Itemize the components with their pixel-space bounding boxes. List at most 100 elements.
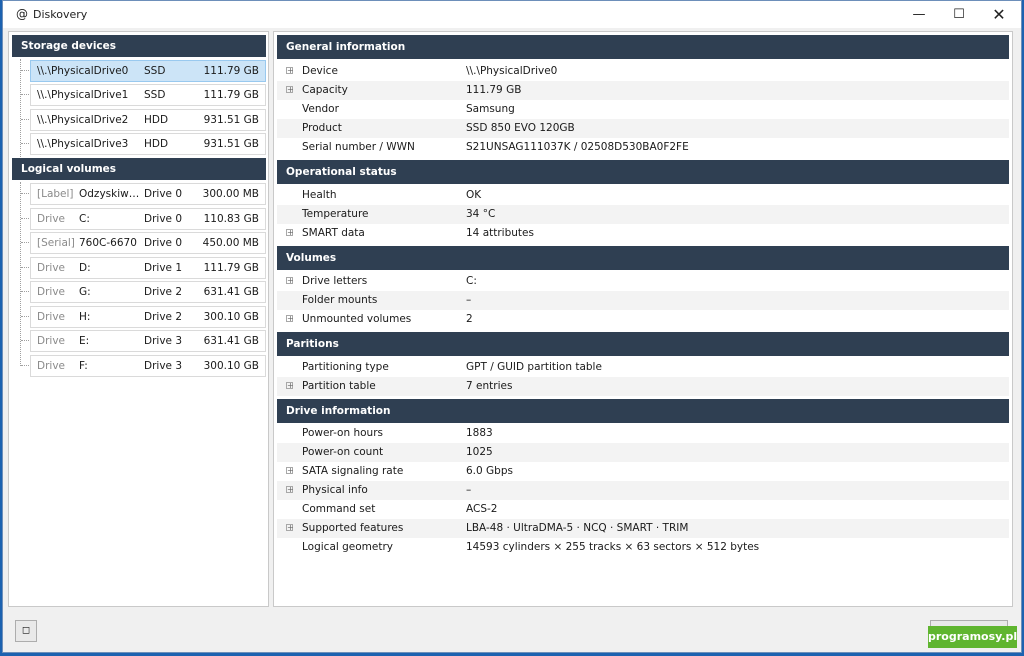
expand-icon[interactable]: + (286, 382, 294, 390)
property-row[interactable]: + Unmounted volumes 2 (277, 310, 1009, 329)
property-value: S21UNSAG111037K / 02508D530BA0F2FE (466, 141, 689, 153)
property-value: 1025 (466, 446, 493, 458)
drive-information-header: Drive information (277, 399, 1009, 423)
volume-row[interactable]: [Serial] 760C-6670 Drive 0 450.00 MB (30, 232, 266, 254)
volume-kind: Drive (37, 262, 65, 274)
property-row[interactable]: + SATA signaling rate 6.0 Gbps (277, 462, 1009, 481)
volume-size: 300.10 GB (203, 360, 259, 372)
property-row[interactable]: + Device \\.\PhysicalDrive0 (277, 62, 1009, 81)
expand-icon[interactable]: + (286, 277, 294, 285)
tree-branch (21, 365, 29, 366)
property-row[interactable]: Logical geometry 14593 cylinders × 255 t… (277, 538, 1009, 557)
volume-row[interactable]: Drive G: Drive 2 631.41 GB (30, 281, 266, 303)
device-name: \\.\PhysicalDrive1 (37, 89, 129, 101)
property-value: Samsung (466, 103, 515, 115)
storage-device-row[interactable]: \\.\PhysicalDrive3 HDD 931.51 GB (30, 133, 266, 155)
property-key: Vendor (302, 103, 339, 115)
property-value: C: (466, 275, 477, 287)
volume-kind: Drive (37, 311, 65, 323)
property-key: Logical geometry (302, 541, 394, 553)
property-key: SMART data (302, 227, 365, 239)
volume-row[interactable]: Drive D: Drive 1 111.79 GB (30, 257, 266, 279)
property-row[interactable]: Health OK (277, 186, 1009, 205)
expand-icon[interactable]: + (286, 524, 294, 532)
property-row[interactable]: Folder mounts – (277, 291, 1009, 310)
volume-row[interactable]: Drive F: Drive 3 300.10 GB (30, 355, 266, 377)
property-row[interactable]: + Capacity 111.79 GB (277, 81, 1009, 100)
property-value: LBA-48 · UltraDMA-5 · NCQ · SMART · TRIM (466, 522, 689, 534)
property-row[interactable]: Vendor Samsung (277, 100, 1009, 119)
expand-icon[interactable]: + (286, 486, 294, 494)
device-type: HDD (144, 114, 169, 126)
maximize-button[interactable]: ☐ (939, 1, 979, 28)
property-row[interactable]: Power-on count 1025 (277, 443, 1009, 462)
property-row[interactable]: Partitioning type GPT / GUID partition t… (277, 358, 1009, 377)
volume-label: E: (79, 335, 90, 347)
property-key: Power-on count (302, 446, 384, 458)
volume-row[interactable]: Drive H: Drive 2 300.10 GB (30, 306, 266, 328)
tree-connector (20, 182, 21, 366)
property-row[interactable]: + Partition table 7 entries (277, 377, 1009, 396)
volume-drive: Drive 3 (144, 335, 183, 347)
property-row[interactable]: + SMART data 14 attributes (277, 224, 1009, 243)
volume-kind: Drive (37, 213, 65, 225)
property-row[interactable]: Command set ACS-2 (277, 500, 1009, 519)
property-row[interactable]: Serial number / WWN S21UNSAG111037K / 02… (277, 138, 1009, 157)
device-size: 931.51 GB (203, 138, 259, 150)
property-key: Capacity (302, 84, 348, 96)
storage-device-row[interactable]: \\.\PhysicalDrive0 SSD 111.79 GB (30, 60, 266, 82)
volume-drive: Drive 0 (144, 237, 183, 249)
close-button[interactable]: ✕ (979, 1, 1019, 28)
app-icon: @ (16, 7, 28, 21)
volume-label: Odzyskiwa... (79, 188, 141, 200)
property-value: – (466, 294, 472, 306)
tree-branch (21, 143, 29, 144)
storage-device-row[interactable]: \\.\PhysicalDrive2 HDD 931.51 GB (30, 109, 266, 131)
volumes-header: Volumes (277, 246, 1009, 270)
volume-drive: Drive 3 (144, 360, 183, 372)
device-type: SSD (144, 89, 166, 101)
toggle-button[interactable]: ◻ (15, 620, 37, 642)
volume-size: 631.41 GB (203, 286, 259, 298)
property-row[interactable]: Temperature 34 °C (277, 205, 1009, 224)
volume-row[interactable]: Drive E: Drive 3 631.41 GB (30, 330, 266, 352)
volume-row[interactable]: [Label] Odzyskiwa... Drive 0 300.00 MB (30, 183, 266, 205)
property-value: OK (466, 189, 482, 201)
property-key: Health (302, 189, 337, 201)
volume-drive: Drive 2 (144, 286, 183, 298)
expand-icon[interactable]: + (286, 315, 294, 323)
property-key: Unmounted volumes (302, 313, 412, 325)
title-bar[interactable]: @ Diskovery — ☐ ✕ (3, 1, 1021, 28)
property-key: Temperature (302, 208, 369, 220)
storage-device-row[interactable]: \\.\PhysicalDrive1 SSD 111.79 GB (30, 84, 266, 106)
tree-branch (21, 119, 29, 120)
property-row[interactable]: Product SSD 850 EVO 120GB (277, 119, 1009, 138)
general-information-header: General information (277, 35, 1009, 59)
volume-label: H: (79, 311, 91, 323)
device-size: 931.51 GB (203, 114, 259, 126)
tree-branch (21, 218, 29, 219)
volume-size: 631.41 GB (203, 335, 259, 347)
volume-size: 300.00 MB (202, 188, 259, 200)
expand-icon[interactable]: + (286, 67, 294, 75)
tree-branch (21, 316, 29, 317)
expand-icon[interactable]: + (286, 86, 294, 94)
tree-branch (21, 193, 29, 194)
minimize-button[interactable]: — (899, 1, 939, 28)
watermark-logo: programosy.pl (928, 626, 1017, 648)
property-value: ACS-2 (466, 503, 498, 515)
expand-icon[interactable]: + (286, 467, 294, 475)
device-name: \\.\PhysicalDrive2 (37, 114, 129, 126)
property-key: Power-on hours (302, 427, 383, 439)
property-key: Device (302, 65, 338, 77)
property-key: Drive letters (302, 275, 368, 287)
expand-icon[interactable]: + (286, 229, 294, 237)
property-value: 7 entries (466, 380, 513, 392)
property-key: Partitioning type (302, 361, 389, 373)
property-row[interactable]: + Physical info – (277, 481, 1009, 500)
property-row[interactable]: Power-on hours 1883 (277, 424, 1009, 443)
volume-row[interactable]: Drive C: Drive 0 110.83 GB (30, 208, 266, 230)
property-key: Command set (302, 503, 376, 515)
property-row[interactable]: + Supported features LBA-48 · UltraDMA-5… (277, 519, 1009, 538)
property-row[interactable]: + Drive letters C: (277, 272, 1009, 291)
